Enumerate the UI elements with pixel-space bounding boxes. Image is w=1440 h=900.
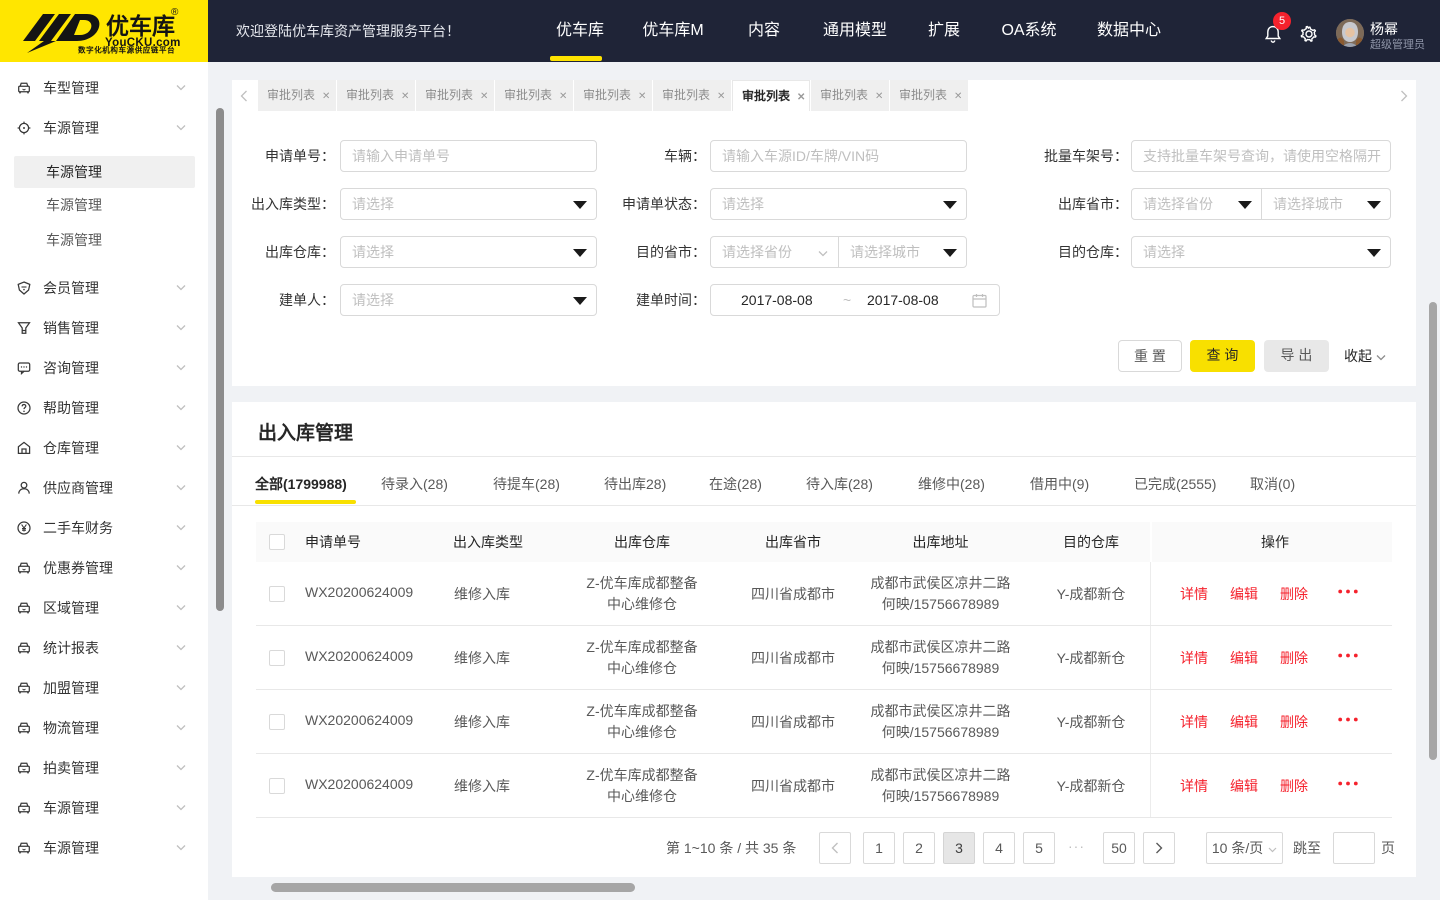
svg-text:®: ® <box>171 7 179 18</box>
svg-text:优车库: 优车库 <box>106 13 175 39</box>
svg-text:数字化机构车源供应链平台: 数字化机构车源供应链平台 <box>78 45 175 55</box>
